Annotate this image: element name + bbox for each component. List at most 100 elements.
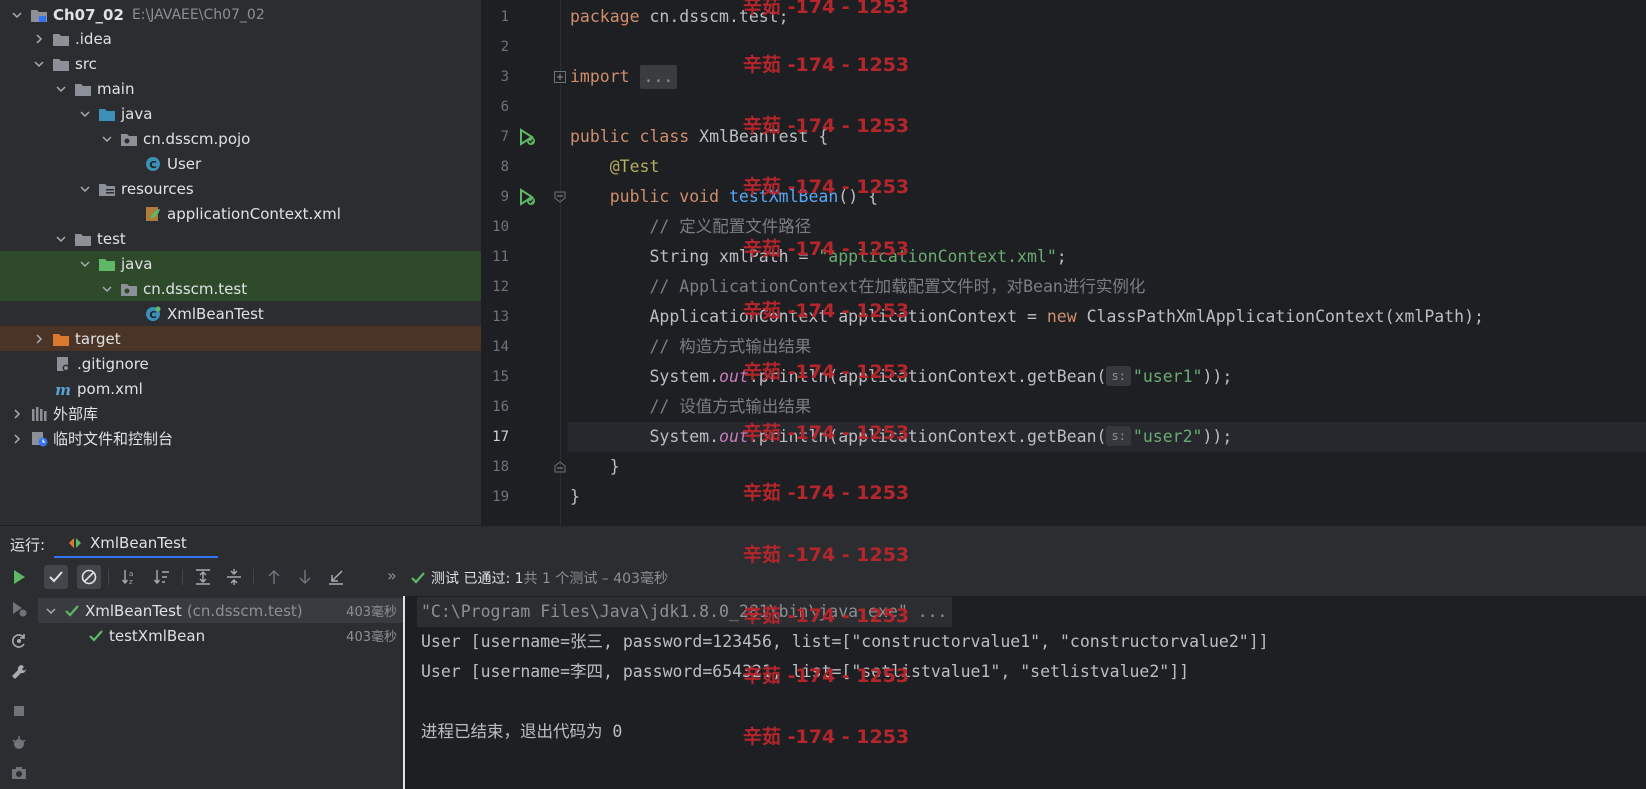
arrow-up-icon (268, 569, 280, 584)
code-line: } (570, 487, 580, 506)
tree-item-user-class[interactable]: C User (0, 151, 481, 176)
chevron-down-icon[interactable] (78, 257, 92, 271)
sort-by-duration-button[interactable] (150, 565, 174, 589)
tree-item-test-java[interactable]: java (0, 251, 481, 276)
passed-check-icon (65, 604, 79, 617)
toggle-auto-test-icon[interactable] (10, 632, 28, 650)
folder-icon (52, 31, 70, 47)
test-results-tree[interactable]: XmlBeanTest (cn.dsscm.test) 403毫秒 testXm… (38, 596, 405, 789)
expand-all-button[interactable] (191, 565, 215, 589)
run-label: 运行: (10, 536, 46, 554)
tree-item-target[interactable]: target (0, 326, 481, 351)
tree-item-xmlbeantest-class[interactable]: C XmlBeanTest (0, 301, 481, 326)
tree-item-resources[interactable]: resources (0, 176, 481, 201)
tree-item-pojo-package[interactable]: cn.dsscm.pojo (0, 126, 481, 151)
line-number: 2 (500, 39, 509, 55)
chevron-down-icon[interactable] (78, 182, 92, 196)
run-tab-xmlbeantest[interactable]: XmlBeanTest (54, 526, 218, 559)
test-status: 测试 已通过: 1 共 1 个测试 – 403毫秒 (410, 568, 668, 588)
chevron-right-icon[interactable] (32, 332, 46, 346)
tree-item-src[interactable]: src (0, 51, 481, 76)
test-duration: 403毫秒 (346, 605, 397, 620)
line-number: 11 (492, 249, 509, 265)
chevron-right-icon[interactable] (32, 32, 46, 46)
folded-imports[interactable]: ... (639, 65, 678, 89)
chevron-down-icon[interactable] (10, 8, 24, 22)
chevron-down-icon[interactable] (54, 232, 68, 246)
resources-folder-icon (98, 181, 116, 197)
console-line: User [username=张三, password=123456, list… (421, 632, 1269, 651)
tree-label: resources (121, 179, 194, 198)
run-test-icon[interactable] (517, 187, 537, 207)
tree-item-scratches[interactable]: 临时文件和控制台 (0, 426, 481, 451)
tree-item-gitignore[interactable]: .gitignore (0, 351, 481, 376)
tree-item-root[interactable]: Ch07_02 E:\JAVAEE\Ch07_02 (0, 2, 481, 27)
tree-item-idea[interactable]: .idea (0, 26, 481, 51)
show-ignored-toggle[interactable] (77, 565, 101, 589)
chevron-down-icon[interactable] (54, 82, 68, 96)
camera-icon[interactable] (10, 764, 28, 782)
fold-collapse-icon[interactable] (554, 191, 566, 203)
code-line: package cn.dsscm.test; (570, 7, 789, 26)
wrench-icon[interactable] (10, 663, 28, 681)
sort-alphabetically-button[interactable]: az (118, 565, 142, 589)
test-suite-row[interactable]: XmlBeanTest (cn.dsscm.test) 403毫秒 (38, 598, 403, 623)
tree-item-main-java[interactable]: java (0, 101, 481, 126)
test-case-row[interactable]: testXmlBean 403毫秒 (38, 623, 403, 648)
import-tests-button[interactable] (324, 565, 348, 589)
console-command-line[interactable]: "C:\Program Files\Java\jdk1.8.0_281\bin\… (417, 597, 952, 627)
line-number: 8 (500, 159, 509, 175)
line-number: 7 (500, 129, 509, 145)
tree-item-applicationcontext-xml[interactable]: applicationContext.xml (0, 201, 481, 226)
rerun-failed-icon[interactable] (10, 600, 28, 618)
tree-label: 外部库 (53, 405, 99, 423)
more-actions-chevron-icon[interactable]: » (387, 566, 397, 585)
console-output[interactable]: "C:\Program Files\Java\jdk1.8.0_281\bin\… (405, 596, 1646, 789)
line-number: 17 (492, 429, 509, 445)
code-line-current: System.out.println(applicationContext.ge… (568, 422, 1646, 452)
play-icon (14, 570, 25, 584)
chevron-down-icon[interactable] (44, 604, 58, 618)
chevron-down-icon[interactable] (32, 57, 46, 71)
tree-label: main (97, 79, 135, 98)
fold-collapse-icon[interactable] (554, 461, 566, 473)
next-failed-button[interactable] (293, 565, 317, 589)
test-status-passed: 测试 已通过: 1 (431, 571, 524, 587)
tree-item-test-package[interactable]: cn.dsscm.test (0, 276, 481, 301)
test-suite-name: XmlBeanTest (85, 601, 182, 620)
run-test-icon[interactable] (517, 127, 537, 147)
tree-item-main[interactable]: main (0, 76, 481, 101)
chevron-right-icon[interactable] (10, 407, 24, 421)
code-area[interactable]: package cn.dsscm.test; import ... public… (568, 0, 1646, 525)
tree-label: User (167, 154, 202, 173)
previous-failed-button[interactable] (262, 565, 286, 589)
maven-icon: m (54, 381, 72, 397)
chevron-right-icon[interactable] (10, 432, 24, 446)
ignored-icon (81, 569, 97, 585)
parameter-hint: s: (1106, 426, 1131, 446)
fold-expand-icon[interactable] (554, 71, 566, 83)
tree-label: 临时文件和控制台 (53, 430, 174, 448)
line-number: 1 (500, 9, 509, 25)
rerun-button[interactable] (7, 565, 31, 589)
svg-text:a: a (129, 570, 133, 578)
collapse-all-button[interactable] (222, 565, 246, 589)
source-folder-icon (98, 106, 116, 122)
code-editor[interactable]: 1 2 3 6 7 8 9 10 11 12 13 14 15 16 17 18… (481, 0, 1646, 525)
package-icon (120, 131, 138, 147)
chevron-down-icon[interactable] (78, 107, 92, 121)
stop-icon[interactable] (10, 702, 28, 720)
debug-settings-icon[interactable] (10, 734, 28, 752)
code-line: @Test (609, 157, 660, 176)
tree-item-external-libraries[interactable]: 外部库 (0, 401, 481, 426)
gitignore-file-icon (54, 356, 72, 372)
expand-all-icon (196, 569, 210, 585)
show-passed-toggle[interactable] (44, 565, 68, 589)
tree-item-test[interactable]: test (0, 226, 481, 251)
tree-item-pom-xml[interactable]: m pom.xml (0, 376, 481, 401)
code-line: public class XmlBeanTest { (570, 127, 829, 146)
chevron-down-icon[interactable] (100, 282, 114, 296)
svg-text:m: m (55, 381, 71, 397)
chevron-down-icon[interactable] (100, 132, 114, 146)
arrow-down-icon (299, 570, 311, 585)
